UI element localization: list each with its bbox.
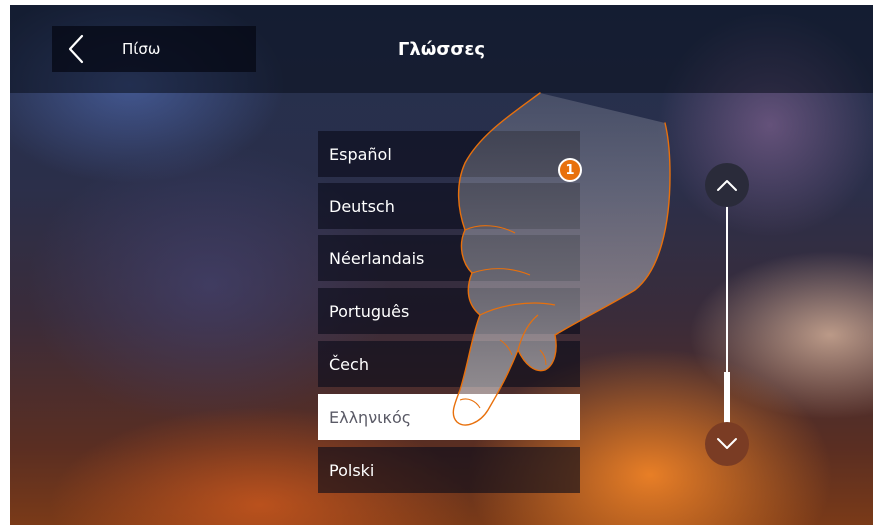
language-label: Deutsch bbox=[329, 196, 395, 216]
language-item-cech[interactable]: Čech bbox=[318, 341, 580, 387]
step-callout-badge: 1 bbox=[558, 158, 582, 182]
language-item-polski[interactable]: Polski bbox=[318, 447, 580, 493]
chevron-up-icon bbox=[717, 180, 737, 191]
top-bar: Πίσω Γλώσσες bbox=[10, 5, 873, 93]
page-title: Γλώσσες bbox=[397, 39, 486, 60]
language-item-neerlandais[interactable]: Néerlandais bbox=[318, 235, 580, 281]
language-label: Čech bbox=[329, 354, 369, 374]
language-label: Português bbox=[329, 301, 410, 321]
language-label: Néerlandais bbox=[329, 248, 425, 268]
language-item-espanol[interactable]: Español bbox=[318, 131, 580, 177]
scrollbar-thumb[interactable] bbox=[724, 372, 730, 424]
language-item-portugues[interactable]: Português bbox=[318, 288, 580, 334]
language-item-greek-selected[interactable]: Ελληνικός bbox=[318, 394, 580, 440]
language-label: Español bbox=[329, 144, 392, 164]
language-label: Polski bbox=[329, 460, 375, 480]
device-screen: Πίσω Γλώσσες Español Deutsch Néerlandais… bbox=[10, 5, 873, 525]
language-item-deutsch[interactable]: Deutsch bbox=[318, 183, 580, 229]
language-label: Ελληνικός bbox=[329, 407, 412, 427]
scroll-down-button[interactable] bbox=[705, 422, 749, 466]
scroll-up-button[interactable] bbox=[705, 163, 749, 207]
chevron-down-icon bbox=[717, 438, 737, 449]
